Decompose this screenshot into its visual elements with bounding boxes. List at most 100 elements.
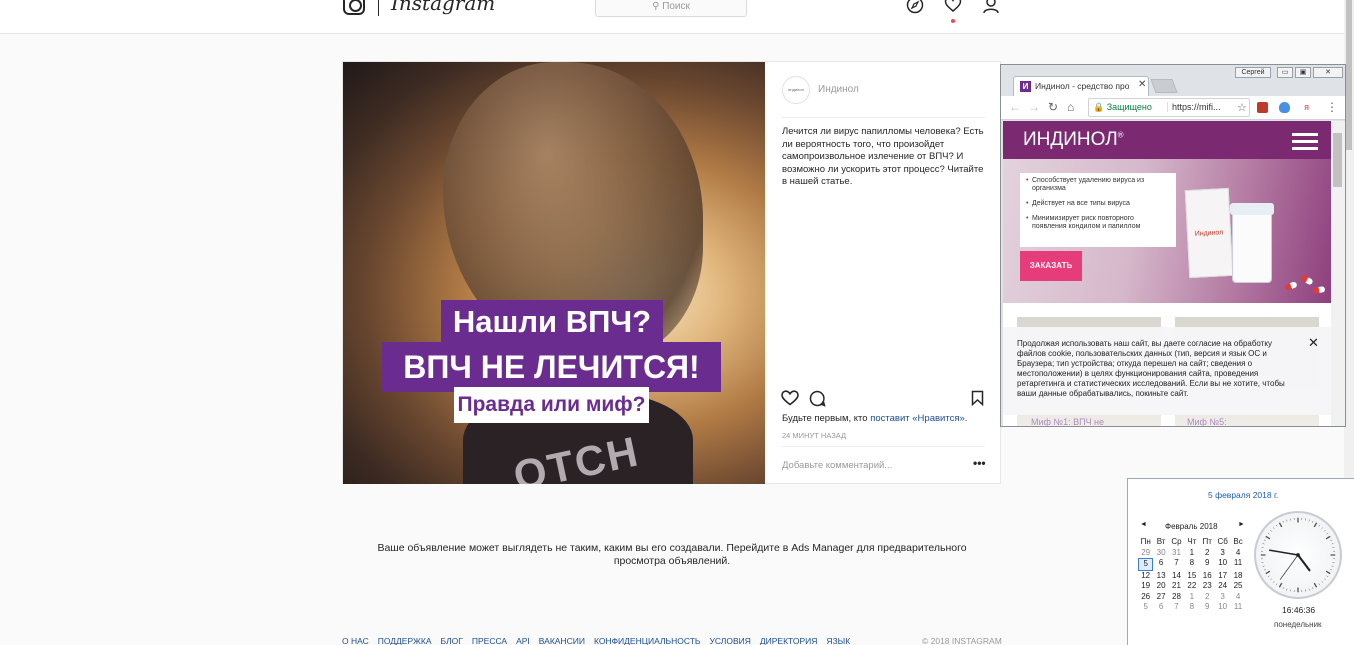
calendar-day[interactable]: 31 [1169, 548, 1184, 559]
instagram-logo-icon[interactable] [343, 0, 365, 15]
calendar-day[interactable]: 4 [1230, 592, 1245, 603]
calendar-day[interactable]: 8 [1184, 602, 1199, 613]
calendar-day[interactable]: 12 [1138, 571, 1153, 582]
reload-icon[interactable]: ↻ [1048, 100, 1058, 114]
calendar-day[interactable]: 19 [1138, 581, 1153, 592]
footer-link[interactable]: ПОДДЕРЖКА [378, 636, 432, 645]
menu-icon[interactable]: ⋮ [1326, 100, 1338, 114]
clock-tick [1262, 565, 1265, 567]
calendar-day[interactable]: 25 [1230, 581, 1245, 592]
calendar-day[interactable]: 28 [1169, 592, 1184, 603]
calendar-date-link[interactable]: 5 февраля 2018 г. [1208, 490, 1278, 500]
calendar-day[interactable]: 10 [1215, 558, 1230, 571]
calendar-day[interactable]: 3 [1215, 592, 1230, 603]
address-bar[interactable]: 🔒 Защищено https://mifi... ☆ [1088, 98, 1250, 117]
calendar-day[interactable]: 22 [1184, 581, 1199, 592]
minimize-button[interactable]: ▭ [1277, 67, 1293, 78]
footer-link[interactable]: БЛОГ [441, 636, 463, 645]
calendar-day[interactable]: 11 [1230, 558, 1245, 571]
post-image[interactable]: OTCH Нашли ВПЧ? ВПЧ НЕ ЛЕЧИТСЯ! Правда и… [343, 62, 765, 484]
bookmark-icon[interactable] [971, 390, 984, 406]
maximize-button[interactable]: ▣ [1295, 67, 1311, 78]
calendar-day[interactable]: 8 [1184, 558, 1199, 571]
search-input[interactable]: ⚲ Поиск [595, 0, 747, 17]
order-button[interactable]: ЗАКАЗАТЬ [1020, 251, 1082, 281]
instagram-wordmark[interactable]: Instagram [391, 0, 495, 15]
secure-label[interactable]: 🔒 Защищено [1093, 102, 1152, 113]
calendar-day[interactable]: 15 [1184, 571, 1199, 582]
calendar-day[interactable]: 1 [1184, 592, 1199, 603]
calendar-day[interactable]: 2 [1200, 548, 1215, 559]
calendar-day[interactable]: 5 [1138, 602, 1153, 613]
avatar[interactable]: индинол [782, 76, 810, 104]
calendar-day[interactable]: 29 [1138, 548, 1153, 559]
close-window-button[interactable]: ✕ [1313, 67, 1343, 78]
calendar-day[interactable]: 27 [1153, 592, 1168, 603]
comment-icon[interactable] [809, 390, 826, 407]
calendar-day[interactable]: 6 [1153, 602, 1168, 613]
prev-month-icon[interactable]: ◄ [1140, 521, 1147, 528]
compass-icon[interactable] [906, 0, 924, 14]
profile-icon[interactable] [982, 0, 1000, 14]
calendar-day[interactable]: 3 [1215, 548, 1230, 559]
calendar-today[interactable]: 5 [1138, 558, 1154, 571]
more-options-button[interactable]: ••• [973, 456, 986, 470]
calendar-day[interactable]: 23 [1200, 581, 1215, 592]
calendar-day[interactable]: 7 [1169, 558, 1184, 571]
calendar-day[interactable]: 18 [1230, 571, 1245, 582]
calendar-day[interactable]: 21 [1169, 581, 1184, 592]
calendar-day[interactable]: 26 [1138, 592, 1153, 603]
calendar-day[interactable]: 4 [1230, 548, 1245, 559]
clock-hour-hand [1296, 553, 1311, 572]
calendar-day[interactable]: 20 [1153, 581, 1168, 592]
extension-icon[interactable] [1257, 102, 1268, 113]
hamburger-menu-icon[interactable] [1292, 133, 1318, 136]
like-link[interactable]: поставит «Нравится». [870, 413, 967, 424]
next-month-icon[interactable]: ► [1238, 521, 1245, 528]
calendar-day[interactable]: 7 [1169, 602, 1184, 613]
comment-input[interactable]: Добавьте комментарий... [782, 460, 892, 471]
footer-link[interactable]: ДИРЕКТОРИЯ [760, 636, 818, 645]
tab-close-icon[interactable]: ✕ [1138, 79, 1146, 90]
home-icon[interactable]: ⌂ [1067, 100, 1074, 114]
calendar-day[interactable]: 30 [1153, 548, 1168, 559]
calendar-day[interactable]: 14 [1169, 571, 1184, 582]
post-username[interactable]: Индинол [818, 84, 859, 95]
footer-link[interactable]: ВАКАНСИИ [539, 636, 585, 645]
calendar-day[interactable]: 11 [1230, 602, 1245, 613]
page-scrollbar-thumb[interactable] [1346, 0, 1352, 150]
shield-extension-icon[interactable] [1279, 102, 1290, 113]
browser-tab[interactable]: И Индинол - средство про ✕ [1013, 76, 1149, 96]
calendar-day[interactable]: 1 [1184, 548, 1199, 559]
footer-link[interactable]: О НАС [342, 636, 369, 645]
calendar-day[interactable]: 17 [1215, 571, 1230, 582]
calendar-day[interactable]: 9 [1200, 602, 1215, 613]
forward-icon[interactable]: → [1028, 100, 1040, 114]
footer-link[interactable]: API [516, 636, 530, 645]
footer-link[interactable]: УСЛОВИЯ [710, 636, 751, 645]
calendar-day[interactable]: 6 [1153, 558, 1168, 571]
star-icon[interactable]: ☆ [1237, 101, 1247, 114]
new-tab-button[interactable] [1150, 79, 1178, 93]
site-logo[interactable]: ИНДИНОЛ® [1023, 129, 1124, 151]
yandex-extension-icon[interactable]: я [1301, 102, 1312, 113]
profile-button[interactable]: Сергей [1235, 67, 1271, 78]
heart-icon[interactable] [944, 0, 962, 14]
site-scrollbar-thumb[interactable] [1333, 133, 1342, 187]
footer-link[interactable]: КОНФИДЕНЦИАЛЬНОСТЬ [594, 636, 701, 645]
close-icon[interactable]: ✕ [1308, 335, 1319, 351]
calendar-day[interactable]: 10 [1215, 602, 1230, 613]
footer-link[interactable]: ЯЗЫК [826, 636, 850, 645]
calendar-day[interactable]: 24 [1215, 581, 1230, 592]
article-title[interactable]: Миф №5: [1187, 417, 1227, 426]
calendar-month[interactable]: Февраль 2018 [1165, 522, 1218, 531]
footer-link[interactable]: ПРЕССА [472, 636, 507, 645]
like-heart-icon[interactable] [781, 390, 799, 406]
article-title[interactable]: Миф №1: ВПЧ не [1031, 417, 1104, 426]
url-text[interactable]: https://mifi... [1167, 102, 1221, 112]
calendar-day[interactable]: 13 [1153, 571, 1168, 582]
calendar-day[interactable]: 9 [1200, 558, 1215, 571]
back-icon[interactable]: ← [1009, 100, 1021, 114]
calendar-day[interactable]: 16 [1200, 571, 1215, 582]
calendar-day[interactable]: 2 [1200, 592, 1215, 603]
